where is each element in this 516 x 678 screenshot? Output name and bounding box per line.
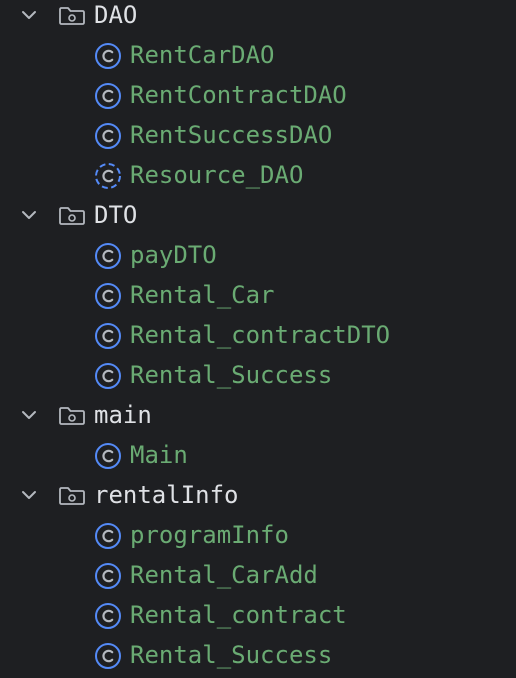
class-item-main[interactable]: Main	[0, 435, 516, 475]
class-item-rental-car[interactable]: Rental_Car	[0, 275, 516, 315]
folder-label: rentalInfo	[94, 481, 239, 509]
chevron-down-icon[interactable]	[20, 486, 38, 504]
class-icon	[94, 602, 122, 630]
class-icon	[94, 522, 122, 550]
class-icon	[94, 562, 122, 590]
class-label: Rental_CarAdd	[130, 561, 318, 589]
abstract-class-icon	[94, 162, 122, 190]
class-item-paydto[interactable]: payDTO	[0, 235, 516, 275]
class-icon	[94, 82, 122, 110]
class-item-programinfo[interactable]: programInfo	[0, 515, 516, 555]
class-label: Main	[130, 441, 188, 469]
chevron-down-icon[interactable]	[20, 206, 38, 224]
folder-label: DTO	[94, 201, 138, 229]
project-tree: DAO RentCarDAO RentContractDAO RentSuccessD…	[0, 0, 516, 675]
folder-main[interactable]: main	[0, 395, 516, 435]
class-label: RentCarDAO	[130, 41, 275, 69]
class-item-rentcontractdao[interactable]: RentContractDAO	[0, 75, 516, 115]
class-item-rental-success[interactable]: Rental_Success	[0, 355, 516, 395]
chevron-down-icon[interactable]	[20, 406, 38, 424]
chevron-down-icon[interactable]	[20, 6, 38, 24]
folder-label: main	[94, 401, 152, 429]
class-item-rentcardao[interactable]: RentCarDAO	[0, 35, 516, 75]
folder-label: DAO	[94, 1, 138, 29]
class-label: Rental_contractDTO	[130, 321, 391, 349]
class-icon	[94, 242, 122, 270]
class-label: Resource_DAO	[130, 161, 304, 189]
class-icon	[94, 362, 122, 390]
class-label: RentSuccessDAO	[130, 121, 333, 149]
class-icon	[94, 122, 122, 150]
class-label: Rental_Success	[130, 641, 333, 669]
class-label: Rental_contract	[130, 601, 347, 629]
class-label: Rental_Success	[130, 361, 333, 389]
class-item-resource-dao[interactable]: Resource_DAO	[0, 155, 516, 195]
folder-rentalinfo[interactable]: rentalInfo	[0, 475, 516, 515]
class-icon	[94, 282, 122, 310]
class-item-rentsuccessdao[interactable]: RentSuccessDAO	[0, 115, 516, 155]
folder-dao[interactable]: DAO	[0, 0, 516, 35]
folder-dto[interactable]: DTO	[0, 195, 516, 235]
class-label: programInfo	[130, 521, 289, 549]
class-item-rental-caradd[interactable]: Rental_CarAdd	[0, 555, 516, 595]
class-icon	[94, 322, 122, 350]
folder-icon	[58, 206, 86, 226]
class-label: Rental_Car	[130, 281, 275, 309]
class-item-rental-contractdto[interactable]: Rental_contractDTO	[0, 315, 516, 355]
class-label: payDTO	[130, 241, 217, 269]
folder-icon	[58, 406, 86, 426]
folder-icon	[58, 6, 86, 26]
folder-icon	[58, 486, 86, 506]
class-icon	[94, 642, 122, 670]
class-icon	[94, 42, 122, 70]
class-item-rental-success[interactable]: Rental_Success	[0, 635, 516, 675]
class-item-rental-contract[interactable]: Rental_contract	[0, 595, 516, 635]
class-icon	[94, 442, 122, 470]
class-label: RentContractDAO	[130, 81, 347, 109]
